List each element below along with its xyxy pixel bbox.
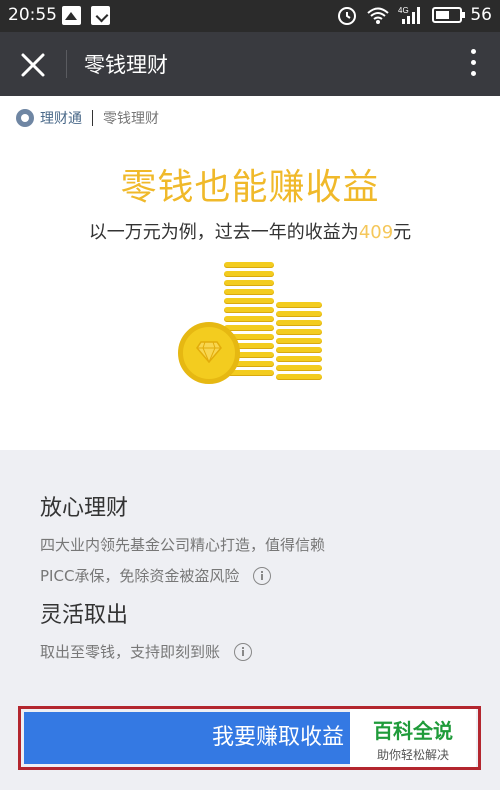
- status-time: 20:55: [8, 5, 57, 25]
- info-icon[interactable]: [234, 642, 253, 661]
- hero-section: 理财通 零钱理财 零钱也能赚收益 以一万元为例，过去一年的收益为409元: [0, 96, 500, 450]
- diamond-coin-icon: [178, 322, 240, 384]
- feature-line: PICC承保，免除资金被盗风险: [40, 565, 325, 586]
- earnings-amount: 409: [358, 222, 394, 243]
- brand-subtitle: 零钱理财: [103, 111, 159, 127]
- feature-title: 灵活取出: [40, 603, 129, 628]
- notification-icons: [62, 6, 110, 25]
- battery-percent: 56: [470, 5, 492, 25]
- feature-line: 取出至零钱，支持即刻到账: [40, 641, 253, 662]
- page-title: 零钱理财: [84, 53, 168, 77]
- feature-safe: 放心理财 四大业内领先基金公司精心打造，值得信赖 PICC承保，免除资金被盗风险: [40, 490, 325, 586]
- info-icon[interactable]: [253, 566, 272, 585]
- feature-description: PICC承保，免除资金被盗风险: [40, 567, 240, 585]
- brand-header: 理财通 零钱理财: [16, 108, 159, 128]
- signal-icon: 4G: [398, 6, 421, 24]
- brand-name: 理财通: [40, 111, 82, 127]
- download-notification-icon: [91, 6, 110, 25]
- subtitle-prefix: 以一万元为例，过去一年的收益为: [88, 222, 359, 243]
- coin-stack-short: [276, 302, 322, 380]
- earn-returns-button[interactable]: 我要赚取收益: [24, 712, 350, 764]
- coin-stack-illustration: [178, 260, 328, 385]
- feature-line: 四大业内领先基金公司精心打造，值得信赖: [40, 534, 325, 555]
- status-bar: 20:55 4G 56: [0, 0, 500, 32]
- network-type-label: 4G: [398, 6, 409, 15]
- hero-title: 零钱也能赚收益: [120, 167, 380, 208]
- watermark-subtitle: 助你轻松解决: [376, 748, 449, 762]
- licaitong-logo-icon: [16, 109, 34, 127]
- hero-subtitle: 以一万元为例，过去一年的收益为409元: [0, 218, 500, 244]
- watermark-title: 百科全说: [373, 719, 453, 743]
- nav-bar: 零钱理财: [0, 32, 500, 96]
- feature-description: 四大业内领先基金公司精心打造，值得信赖: [40, 536, 326, 554]
- watermark-badge: 百科全说 助你轻松解决: [350, 709, 476, 767]
- battery-icon: [432, 7, 466, 23]
- brand-divider: [92, 110, 93, 126]
- subtitle-suffix: 元: [393, 222, 412, 243]
- wifi-icon: [367, 7, 390, 24]
- diamond-icon: [196, 341, 222, 363]
- feature-flexible: 灵活取出 取出至零钱，支持即刻到账: [40, 597, 253, 662]
- battery-fill: [436, 11, 449, 19]
- close-icon[interactable]: [18, 50, 48, 80]
- feature-description: 取出至零钱，支持即刻到账: [40, 643, 221, 661]
- alarm-icon: [338, 7, 357, 25]
- feature-title: 放心理财: [40, 496, 129, 521]
- status-right: 4G 56: [336, 4, 492, 26]
- image-notification-icon: [62, 6, 81, 25]
- more-vertical-icon[interactable]: [468, 49, 478, 79]
- nav-divider: [66, 50, 67, 78]
